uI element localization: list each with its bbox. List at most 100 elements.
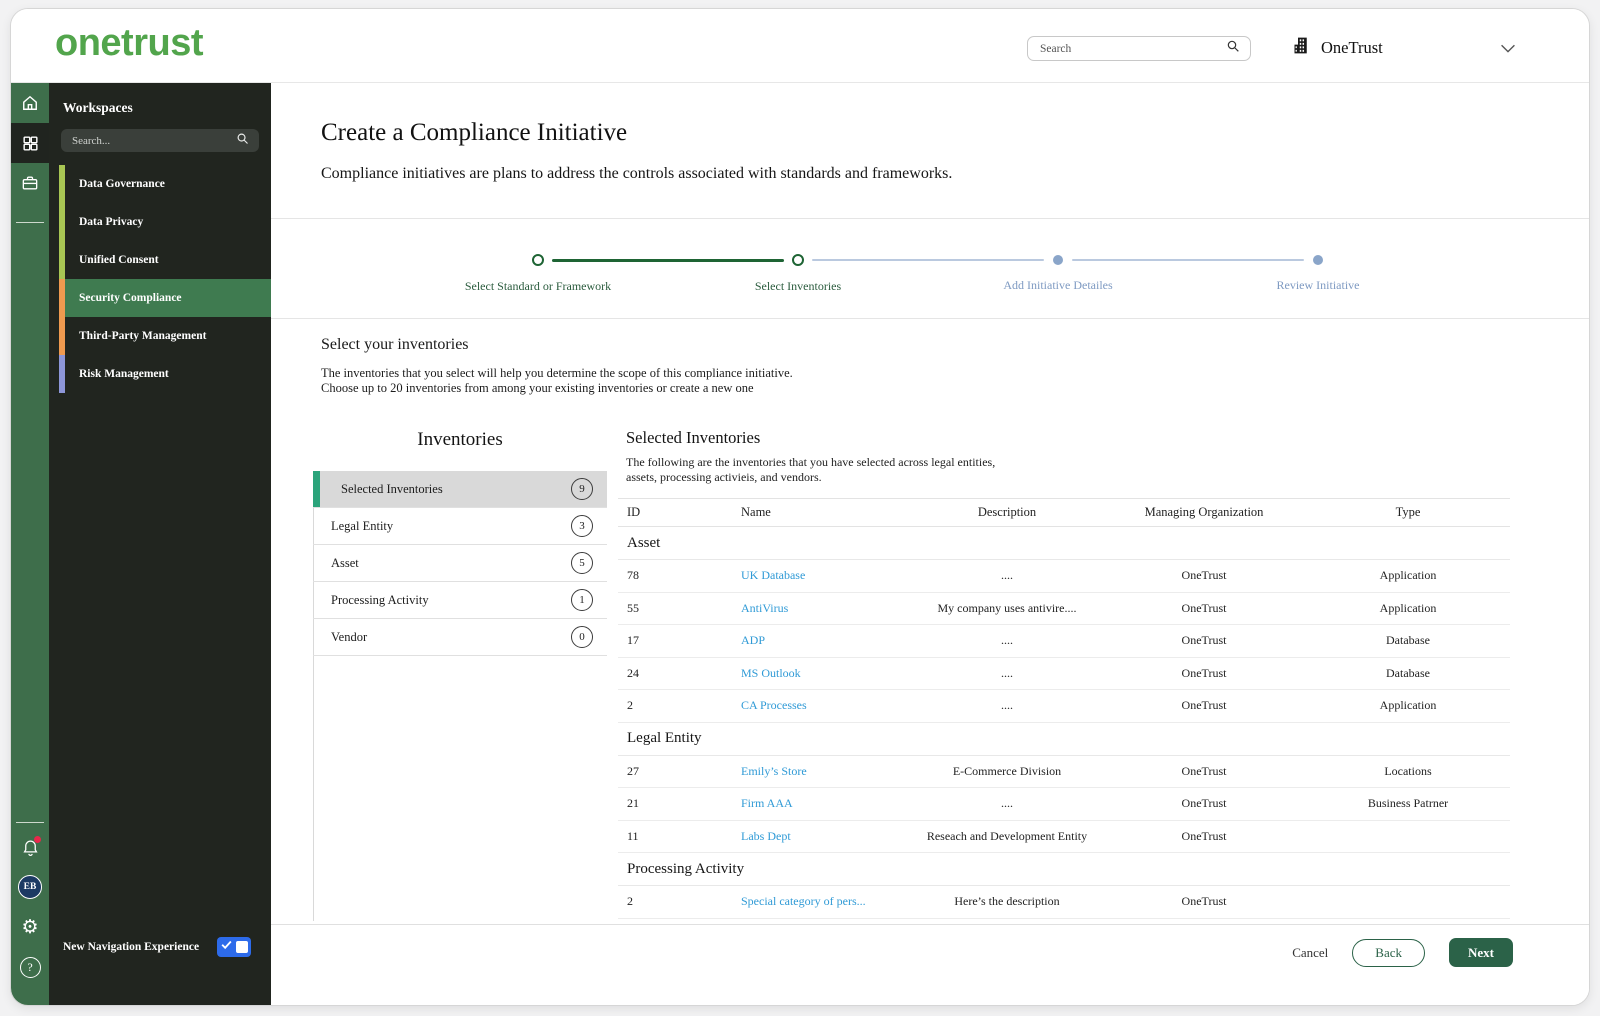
workspace-item[interactable]: Security Compliance [49,279,271,317]
table-row: 2 Special category of pers... Here’s the… [618,886,1510,919]
new-navigation-row: New Navigation Experience [49,927,271,967]
cell-name-link[interactable]: ADP [741,633,921,648]
page-heading-area: Create a Compliance Initiative Complianc… [271,83,1589,219]
footer-actions: Cancel Back Next [1292,938,1513,967]
table-group-label: Asset [627,534,661,551]
cancel-button[interactable]: Cancel [1292,945,1328,961]
next-button[interactable]: Next [1449,938,1513,967]
cell-name-link[interactable]: CA Processes [741,698,921,713]
workspace-item[interactable]: Data Privacy [49,203,271,241]
step-label: Add Initiative Detailes [1003,278,1113,292]
user-avatar[interactable]: EB [11,867,49,907]
cell-id: 2 [627,698,633,713]
cell-name-link[interactable]: UK Database [741,568,921,583]
new-navigation-toggle[interactable] [217,937,251,957]
inventory-count-badge: 1 [571,589,593,611]
step-label: Select Inventories [754,279,842,293]
column-header-description: Description [977,505,1037,519]
help-icon[interactable]: ? [11,947,49,987]
gear-icon[interactable]: ⚙ [11,907,49,947]
cell-name-link[interactable]: Emily’s Store [741,764,921,779]
section-description-line2: Choose up to 20 inventories from among y… [321,381,754,395]
workspaces-panel: Workspaces Data Governance Data Privacy … [49,83,271,1005]
inventories-title: Inventories [417,429,503,450]
wizard-step[interactable]: Review Initiative [1188,219,1448,293]
cell-name-link[interactable]: Labs Dept [741,829,921,844]
chevron-down-icon[interactable] [1497,37,1519,64]
table-header-row: ID Name Description Managing Organizatio… [618,498,1510,527]
column-header-id: ID [627,505,641,519]
cell-id: 24 [627,665,639,680]
cell-managing-organization: OneTrust [1181,600,1227,615]
selected-inventories-title: Selected Inventories [626,428,761,447]
step-label: Select Standard or Framework [464,279,612,293]
workspaces-search-input[interactable] [72,134,235,147]
cell-type: Application [1379,600,1437,615]
workspace-item-label: Security Compliance [79,292,182,304]
workspace-item[interactable]: Data Governance [49,165,271,203]
step-connector [552,258,784,262]
workspace-item[interactable]: Third-Party Management [49,317,271,355]
wizard-step[interactable]: Select Inventories [668,219,928,294]
workspaces-search[interactable] [61,129,259,152]
cell-name-link[interactable]: Firm AAA [741,796,921,811]
table-row: 2 CA Processes .... OneTrust Application [618,690,1510,723]
workspace-item-label: Data Governance [79,178,165,190]
workspace-list: Data Governance Data Privacy Unified Con… [49,165,271,393]
page-subtitle: Compliance initiatives are plans to addr… [321,165,953,182]
cell-managing-organization: OneTrust [1181,698,1227,713]
cell-managing-organization: OneTrust [1181,796,1227,811]
inventory-category-item[interactable]: Processing Activity 1 [313,582,607,619]
global-search-input[interactable] [1040,42,1225,55]
inventory-category-item[interactable]: Asset 5 [313,545,607,582]
inventories-list: Selected Inventories 9 Legal Entity 3 As… [313,471,607,656]
rail-divider [16,822,44,823]
table-group-row: Processing Activity [618,853,1510,886]
apps-grid-icon[interactable] [11,123,49,163]
wizard-stepper: Select Standard or Framework Select Inve… [271,219,1589,319]
workspace-item[interactable]: Risk Management [49,355,271,393]
cell-managing-organization: OneTrust [1181,633,1227,648]
table-row: 24 MS Outlook .... OneTrust Database [618,658,1510,690]
main-content: Create a Compliance Initiative Complianc… [271,83,1589,1005]
column-header-managing-organization: Managing Organization [1144,505,1264,519]
workspaces-title: Workspaces [63,100,133,115]
cell-description: My company uses antivire.... [937,600,1077,615]
back-button[interactable]: Back [1352,938,1425,967]
home-icon[interactable] [11,83,49,123]
workspace-item-label: Risk Management [79,368,169,380]
selected-indicator-bar [313,471,320,507]
inventories-panel: Inventories Selected Inventories 9 Legal… [313,429,607,921]
workspace-item[interactable]: Unified Consent [49,241,271,279]
wizard-step[interactable]: Select Standard or Framework [408,219,668,294]
global-search[interactable] [1027,36,1251,61]
inventory-category-item[interactable]: Selected Inventories 9 [313,471,607,508]
table-group-label: Legal Entity [627,730,702,746]
cell-name-link[interactable]: AntiVirus [741,601,921,616]
cell-id: 17 [627,633,639,648]
table-row: 17 ADP .... OneTrust Database [618,625,1510,658]
inventory-count-badge: 3 [571,515,593,537]
inventory-category-item[interactable]: Vendor 0 [313,619,607,656]
cell-description: .... [1001,568,1013,583]
onetrust-logo: onetrust [55,22,204,64]
inventory-category-item[interactable]: Legal Entity 3 [313,508,607,545]
selected-inventories-desc-line1: The following are the inventories that y… [626,455,996,469]
cell-id: 55 [627,600,639,615]
cell-name-link[interactable]: MS Outlook [741,666,921,681]
table-row: 21 Firm AAA .... OneTrust Business Patrn… [618,788,1510,821]
cell-type: Business Patrner [1367,796,1449,811]
cell-name-link[interactable]: Special category of pers... [741,894,921,909]
cell-id: 2 [627,894,633,909]
cell-managing-organization: OneTrust [1181,894,1227,909]
wizard-step[interactable]: Add Initiative Detailes [928,219,1188,293]
briefcase-icon[interactable] [11,163,49,203]
new-navigation-label: New Navigation Experience [63,941,200,953]
cell-id: 78 [627,568,639,583]
selected-inventories-section: Selected Inventories The following are t… [618,427,1510,919]
cell-description: E-Commerce Division [952,763,1062,778]
cell-id: 21 [627,796,639,811]
bell-icon[interactable] [11,827,49,867]
cell-description: .... [1001,633,1013,648]
organization-selector[interactable]: OneTrust [1291,32,1383,64]
